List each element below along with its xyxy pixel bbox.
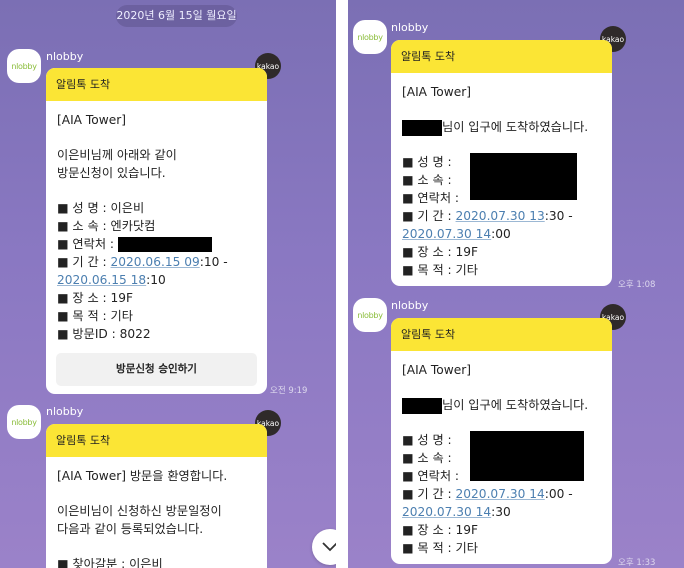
redaction-block	[117, 237, 212, 252]
arrival-text: 님이 입구에 도착하였습니다.	[442, 398, 589, 412]
bubble-body: [AIA Tower] 님이 입구에 도착하였습니다. ■ 성 명 : ■ 소 …	[391, 351, 612, 557]
redaction-block	[470, 431, 584, 481]
bubble-body: [AIA Tower] 방문을 환영합니다. 이은비님이 신청하신 방문일정이 …	[46, 457, 267, 568]
date-link[interactable]: 2020.07.30 14	[402, 227, 491, 241]
chevron-down-icon	[322, 542, 336, 552]
avatar[interactable]: nlobby	[7, 49, 41, 83]
message-line: [AIA Tower] 방문을 환영합니다.	[57, 469, 228, 483]
period-text: :10 -	[199, 255, 228, 269]
arrival-line: 님이 입구에 도착하였습니다.	[402, 396, 601, 414]
message-line: [AIA Tower]	[402, 363, 471, 377]
message-time: 오전 9:19	[270, 386, 308, 396]
redaction-block	[470, 153, 577, 200]
arrival-text: 님이 입구에 도착하였습니다.	[442, 120, 589, 134]
field-period-end: 2020.07.30 14:00	[402, 225, 601, 243]
redaction-block	[402, 397, 442, 414]
message-time: 오후 1:08	[618, 280, 656, 290]
bubble-body: [AIA Tower] 이은비님께 아래와 같이 방문신청이 있습니다. ■ 성…	[46, 101, 267, 343]
message-line: 이은비님께 아래와 같이	[57, 148, 177, 162]
sender-name: nlobby	[391, 21, 429, 34]
period-text: :10	[146, 273, 166, 287]
message-time: 오후 1:33	[618, 558, 656, 568]
bubble-body: [AIA Tower] 님이 입구에 도착하였습니다. ■ 성 명 : ■ 소 …	[391, 73, 612, 279]
message-line: 방문신청이 있습니다.	[57, 166, 166, 180]
avatar-logo-text: nlobby	[357, 32, 383, 42]
sender-name: nlobby	[391, 299, 429, 312]
scroll-down-button[interactable]	[312, 529, 336, 565]
message-line: 다음과 같이 등록되었습니다.	[57, 522, 204, 536]
field-period: ■ 기 간 : 2020.07.30 14:00 -	[402, 485, 601, 503]
arrival-line: 님이 입구에 도착하였습니다.	[402, 118, 601, 136]
period-text: :00 -	[544, 487, 573, 501]
chat-panel-right: nlobby nlobby kakao 알림톡 도착 [AIA Tower] 님…	[348, 0, 684, 568]
avatar[interactable]: nlobby	[353, 298, 387, 332]
message-line: [AIA Tower]	[57, 113, 126, 127]
field-purpose: ■ 목 적 : 기타	[57, 309, 133, 323]
message-line: [AIA Tower]	[402, 85, 471, 99]
field-place: ■ 장 소 : 19F	[402, 245, 479, 259]
message-bubble: 알림톡 도착 [AIA Tower] 님이 입구에 도착하였습니다. ■ 성 명…	[391, 318, 612, 564]
date-link[interactable]: 2020.07.30 13	[456, 209, 545, 223]
field-period: ■ 기 간 : 2020.06.15 09:10 -	[57, 253, 256, 271]
approve-visit-button[interactable]: 방문신청 승인하기	[56, 353, 257, 386]
field-purpose: ■ 목 적 : 기타	[402, 541, 478, 555]
field-visit-id: ■ 방문ID : 8022	[57, 327, 151, 341]
field-contact-label: ■ 연락처 :	[57, 237, 118, 251]
date-link[interactable]: 2020.07.30 14	[402, 505, 491, 519]
sender-name: nlobby	[46, 50, 84, 63]
period-text: :30 -	[544, 209, 573, 223]
field-period-end: 2020.06.15 18:10	[57, 271, 256, 289]
field-org: ■ 소 속 : 엔카닷컴	[57, 219, 156, 233]
date-link[interactable]: 2020.07.30 14	[456, 487, 545, 501]
field-period-end: 2020.07.30 14:30	[402, 503, 601, 521]
field-purpose: ■ 목 적 : 기타	[402, 263, 478, 277]
field-period: ■ 기 간 : 2020.07.30 13:30 -	[402, 207, 601, 225]
period-text: :30	[491, 505, 511, 519]
date-link[interactable]: 2020.06.15 18	[57, 273, 146, 287]
date-divider: 2020년 6월 15일 월요일	[116, 5, 237, 27]
bubble-header: 알림톡 도착	[391, 318, 612, 351]
field-place: ■ 장 소 : 19F	[402, 523, 479, 537]
field-period-label: ■ 기 간 :	[402, 209, 456, 223]
message-line: ■ 찾아갈분 : 이은비	[57, 557, 163, 568]
bubble-header: 알림톡 도착	[46, 68, 267, 101]
avatar-logo-text: nlobby	[11, 61, 37, 71]
avatar-logo-text: nlobby	[357, 310, 383, 320]
message-bubble: 알림톡 도착 [AIA Tower] 이은비님께 아래와 같이 방문신청이 있습…	[46, 68, 267, 394]
bubble-header: 알림톡 도착	[46, 424, 267, 457]
field-place: ■ 장 소 : 19F	[57, 291, 134, 305]
message-bubble: 알림톡 도착 [AIA Tower] 님이 입구에 도착하였습니다. ■ 성 명…	[391, 40, 612, 286]
sender-name: nlobby	[46, 405, 84, 418]
field-period-label: ■ 기 간 :	[402, 487, 456, 501]
message-line: 이은비님이 신청하신 방문일정이	[57, 504, 222, 518]
avatar[interactable]: nlobby	[353, 20, 387, 54]
period-text: :00	[491, 227, 511, 241]
message-bubble: 알림톡 도착 [AIA Tower] 방문을 환영합니다. 이은비님이 신청하신…	[46, 424, 267, 568]
field-name: ■ 성 명 : 이은비	[57, 201, 145, 215]
date-link[interactable]: 2020.06.15 09	[111, 255, 200, 269]
field-period-label: ■ 기 간 :	[57, 255, 111, 269]
bubble-header: 알림톡 도착	[391, 40, 612, 73]
chat-panel-left: 2020년 6월 15일 월요일 nlobby nlobby kakao 알림톡…	[0, 0, 336, 568]
avatar[interactable]: nlobby	[7, 405, 41, 439]
avatar-logo-text: nlobby	[11, 417, 37, 427]
field-contact: ■ 연락처 :	[57, 235, 256, 253]
redaction-block	[402, 119, 442, 136]
